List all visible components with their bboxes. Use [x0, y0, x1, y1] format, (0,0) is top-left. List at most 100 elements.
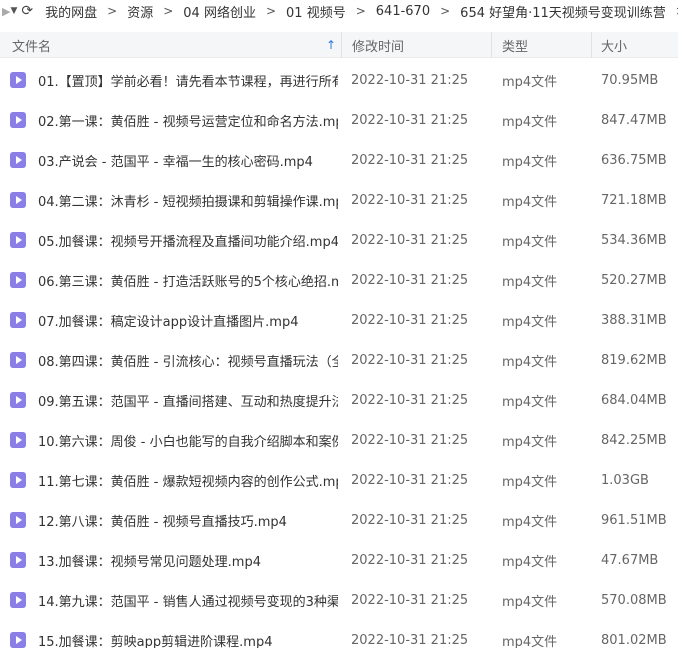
file-icon-cell: [10, 460, 28, 500]
file-icon-cell: [10, 540, 28, 580]
refresh-icon[interactable]: ⟳: [21, 1, 33, 21]
file-row[interactable]: 03.产说会 - 范国平 - 幸福一生的核心密码.mp4 2022-10-31 2…: [0, 140, 678, 180]
file-row[interactable]: 10.第六课：周俊 - 小白也能写的自我介绍脚本和案例... 2022-10-31…: [0, 420, 678, 460]
file-type: mp4文件: [502, 114, 558, 130]
file-size: 1.03GB: [601, 472, 649, 488]
file-type: mp4文件: [502, 354, 558, 370]
file-name[interactable]: 15.加餐课：剪映app剪辑进阶课程.mp4: [38, 620, 338, 648]
play-back-icon[interactable]: ▶: [2, 1, 10, 21]
file-row[interactable]: 02.第一课：黄佰胜 - 视频号运营定位和命名方法.mp4 2022-10-31 …: [0, 100, 678, 140]
file-size: 819.62MB: [601, 352, 667, 368]
file-name[interactable]: 02.第一课：黄佰胜 - 视频号运营定位和命名方法.mp4: [38, 100, 338, 140]
file-name[interactable]: 14.第九课：范国平 - 销售人通过视频号变现的3种渠...: [38, 580, 338, 620]
file-type: mp4文件: [502, 234, 558, 250]
file-modified-time: 2022-10-31 21:25: [351, 112, 469, 128]
file-name[interactable]: 10.第六课：周俊 - 小白也能写的自我介绍脚本和案例...: [38, 420, 338, 460]
file-icon-cell: [10, 260, 28, 300]
file-size: 47.67MB: [601, 552, 659, 568]
file-modified-time: 2022-10-31 21:25: [351, 192, 469, 208]
file-row[interactable]: 09.第五课：范国平 - 直播间搭建、互动和热度提升法... 2022-10-31…: [0, 380, 678, 420]
breadcrumb-separator: >: [440, 4, 451, 18]
column-header-name[interactable]: 文件名 ↑: [12, 32, 340, 58]
file-name[interactable]: 12.第八课：黄佰胜 - 视频号直播技巧.mp4: [38, 500, 338, 540]
file-row[interactable]: 11.第七课：黄佰胜 - 爆款短视频内容的创作公式.mp4 2022-10-31 …: [0, 460, 678, 500]
file-icon-cell: [10, 60, 28, 100]
file-modified-time: 2022-10-31 21:25: [351, 152, 469, 168]
file-type: mp4文件: [502, 634, 558, 648]
file-name[interactable]: 04.第二课：沐青杉 - 短视频拍摄课和剪辑操作课.mp4: [38, 180, 338, 220]
breadcrumb-item[interactable]: 我的网盘: [44, 2, 98, 21]
file-row[interactable]: 05.加餐课：视频号开播流程及直播间功能介绍.mp4 2022-10-31 21:…: [0, 220, 678, 260]
file-name[interactable]: 13.加餐课：视频号常见问题处理.mp4: [38, 540, 338, 580]
file-icon-cell: [10, 300, 28, 340]
file-row[interactable]: 06.第三课：黄佰胜 - 打造活跃账号的5个核心绝招.mp4 2022-10-31…: [0, 260, 678, 300]
file-type: mp4文件: [502, 394, 558, 410]
file-list-header: 文件名 ↑ 修改时间 类型 大小: [0, 32, 678, 58]
video-file-icon: [10, 112, 26, 128]
video-file-icon: [10, 432, 26, 448]
file-row[interactable]: 01.【置顶】学前必看！请先看本节课程，再进行所有... 2022-10-31 2…: [0, 60, 678, 100]
file-row[interactable]: 15.加餐课：剪映app剪辑进阶课程.mp4 2022-10-31 21:25 mp…: [0, 620, 678, 648]
file-icon-cell: [10, 140, 28, 180]
file-type: mp4文件: [502, 314, 558, 330]
breadcrumb-separator: >: [355, 4, 366, 18]
breadcrumb-separator: >: [265, 4, 277, 18]
file-size: 636.75MB: [601, 152, 667, 168]
video-file-icon: [10, 72, 26, 88]
file-name[interactable]: 03.产说会 - 范国平 - 幸福一生的核心密码.mp4: [38, 140, 338, 180]
video-file-icon: [10, 592, 26, 608]
breadcrumb-item[interactable]: 01 视频号: [285, 2, 347, 21]
file-icon-cell: [10, 340, 28, 380]
file-row[interactable]: 14.第九课：范国平 - 销售人通过视频号变现的3种渠... 2022-10-31…: [0, 580, 678, 620]
file-type: mp4文件: [502, 474, 558, 490]
file-name[interactable]: 11.第七课：黄佰胜 - 爆款短视频内容的创作公式.mp4: [38, 460, 338, 500]
file-row[interactable]: 13.加餐课：视频号常见问题处理.mp4 2022-10-31 21:25 mp4文…: [0, 540, 678, 580]
file-size: 570.08MB: [601, 592, 667, 608]
breadcrumb-item[interactable]: 641-670: [375, 4, 431, 19]
breadcrumb-separator: >: [107, 4, 118, 18]
file-size: 801.02MB: [601, 632, 667, 648]
column-header-name-label: 文件名: [12, 39, 52, 55]
file-list: 01.【置顶】学前必看！请先看本节课程，再进行所有... 2022-10-31 2…: [0, 60, 678, 648]
column-header-time[interactable]: 修改时间: [341, 32, 491, 58]
video-file-icon: [10, 272, 26, 288]
file-type: mp4文件: [502, 154, 558, 170]
file-modified-time: 2022-10-31 21:25: [351, 352, 469, 368]
video-file-icon: [10, 192, 26, 208]
file-size: 70.95MB: [601, 72, 659, 88]
file-name[interactable]: 08.第四课：黄佰胜 - 引流核心：视频号直播玩法（全...: [38, 340, 338, 380]
breadcrumb-bar: ▶ ▼ ⟳ 我的网盘 > 资源 >04 网络创业 >01 视频号 >641-670 >654…: [0, 0, 678, 22]
breadcrumb-item[interactable]: 04 网络创业: [182, 2, 257, 21]
file-icon-cell: [10, 220, 28, 260]
file-size: 520.27MB: [601, 272, 667, 288]
file-size: 847.47MB: [601, 112, 667, 128]
file-type: mp4文件: [502, 194, 558, 210]
file-icon-cell: [10, 500, 28, 540]
file-size: 684.04MB: [601, 392, 667, 408]
file-row[interactable]: 04.第二课：沐青杉 - 短视频拍摄课和剪辑操作课.mp4 2022-10-31 …: [0, 180, 678, 220]
chevron-down-icon[interactable]: ▼: [10, 1, 17, 21]
file-row[interactable]: 08.第四课：黄佰胜 - 引流核心：视频号直播玩法（全... 2022-10-31…: [0, 340, 678, 380]
file-icon-cell: [10, 100, 28, 140]
file-icon-cell: [10, 180, 28, 220]
sort-ascending-icon[interactable]: ↑: [326, 38, 336, 52]
breadcrumb-item[interactable]: 资源: [126, 2, 154, 21]
file-type: mp4文件: [502, 554, 558, 570]
breadcrumb: 我的网盘 > 资源 >04 网络创业 >01 视频号 >641-670 >654 好望角·1…: [44, 2, 678, 21]
breadcrumb-item[interactable]: 654 好望角·11天视频号变现训练营: [459, 2, 667, 21]
file-row[interactable]: 07.加餐课：稿定设计app设计直播图片.mp4 2022-10-31 21:25…: [0, 300, 678, 340]
file-name[interactable]: 01.【置顶】学前必看！请先看本节课程，再进行所有...: [38, 60, 338, 100]
file-name[interactable]: 07.加餐课：稿定设计app设计直播图片.mp4: [38, 300, 338, 340]
file-type: mp4文件: [502, 74, 558, 90]
video-file-icon: [10, 232, 26, 248]
file-name[interactable]: 06.第三课：黄佰胜 - 打造活跃账号的5个核心绝招.mp4: [38, 260, 338, 300]
file-row[interactable]: 12.第八课：黄佰胜 - 视频号直播技巧.mp4 2022-10-31 21:25…: [0, 500, 678, 540]
video-file-icon: [10, 312, 26, 328]
column-header-type[interactable]: 类型: [491, 32, 591, 58]
video-file-icon: [10, 352, 26, 368]
video-file-icon: [10, 632, 26, 648]
file-type: mp4文件: [502, 274, 558, 290]
file-name[interactable]: 09.第五课：范国平 - 直播间搭建、互动和热度提升法...: [38, 380, 338, 420]
file-name[interactable]: 05.加餐课：视频号开播流程及直播间功能介绍.mp4: [38, 220, 338, 260]
column-header-size[interactable]: 大小: [591, 32, 678, 58]
